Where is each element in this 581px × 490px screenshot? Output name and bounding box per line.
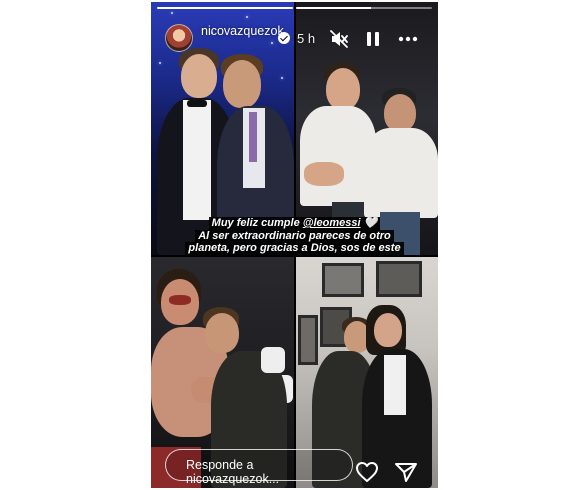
caption-line-3: planeta, pero gracias a Dios, sos de est…	[185, 242, 404, 255]
reply-placeholder: Responde a nicovazquezok...	[186, 458, 280, 486]
time-ago: 5 h	[297, 31, 316, 46]
avatar[interactable]	[165, 24, 193, 52]
verified-badge-icon	[278, 32, 290, 44]
mute-icon[interactable]	[329, 29, 349, 49]
story-caption: Muy feliz cumple @leomessi 🤍 Al ser extr…	[151, 217, 438, 255]
story-progress	[157, 7, 432, 9]
caption-line-1: Muy feliz cumple @leomessi 🤍	[208, 217, 381, 230]
heart-icon[interactable]	[355, 461, 379, 483]
reply-input[interactable]: Responde a nicovazquezok...	[165, 449, 353, 486]
progress-segment	[296, 7, 432, 9]
pause-icon[interactable]	[363, 29, 383, 49]
progress-segment	[157, 7, 293, 9]
send-icon[interactable]	[394, 461, 418, 483]
more-icon[interactable]	[397, 29, 419, 49]
story-viewer[interactable]: nicovazquezok 5 h Muy feliz cumple @leom…	[151, 2, 438, 488]
caption-line-2: Al ser extraordinario pareces de otro	[195, 229, 394, 242]
username[interactable]: nicovazquezok	[201, 24, 284, 39]
mention-link[interactable]: @leomessi	[303, 217, 361, 229]
